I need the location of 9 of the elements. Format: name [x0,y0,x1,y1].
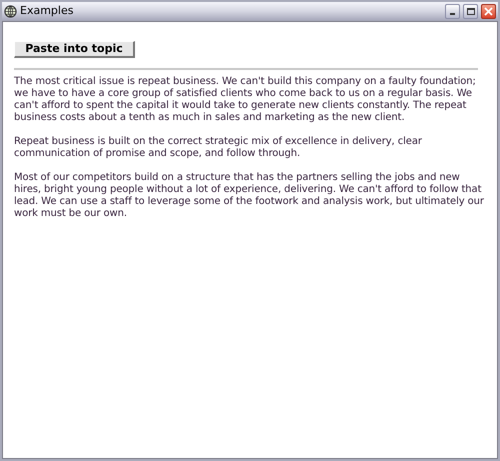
paste-into-topic-button[interactable]: Paste into topic [14,40,135,58]
window-title: Examples [20,2,74,19]
minimize-button[interactable] [445,4,460,18]
paragraph: Repeat business is built on the correct strategic mix of excellence in delivery, clear communication of promise and scope, and follow through. [14,136,423,160]
close-button[interactable] [481,4,496,18]
paragraph: The most critical issue is repeat business. We can't build this company on a faulty foundation; we have to have a core group of satisfied clients who come back to us on a regular basis. We can't afford to spent the capital it would take to generate new clients constantly. The repeat business costs about a tenth as much in sales and marketing as the new client. [14,76,477,124]
globe-icon [4,4,17,18]
paragraph: Most of our competitors build on a structure that has the partners selling the jobs and new hires, bright young people without a lot of experience, delivering. We can't afford to follow that lead. We can use a staff to leverage some of the footwork and analysis work, but ultimately our work must be our own. [14,172,484,220]
maximize-button[interactable] [463,4,478,18]
